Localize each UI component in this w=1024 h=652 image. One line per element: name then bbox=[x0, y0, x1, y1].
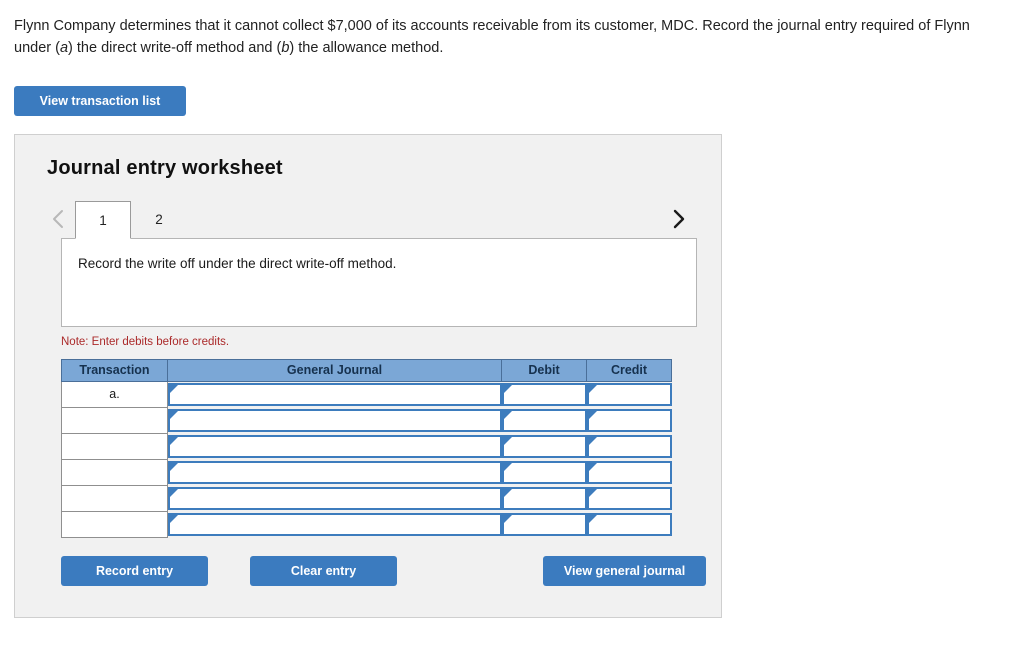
problem-label-a: a bbox=[59, 39, 69, 56]
header-transaction: Transaction bbox=[61, 358, 168, 382]
worksheet-title: Journal entry worksheet bbox=[47, 156, 283, 179]
problem-text-part3: ) the allowance method. bbox=[289, 39, 444, 56]
transaction-label-row-5 bbox=[61, 485, 168, 512]
instruction-box: Record the write off under the direct wr… bbox=[61, 237, 697, 327]
credit-field-row-1[interactable] bbox=[586, 382, 672, 406]
view-transaction-list-button[interactable]: View transaction list bbox=[14, 85, 186, 116]
debit-field-row-2[interactable] bbox=[501, 408, 587, 432]
credit-input-row-6[interactable] bbox=[586, 511, 672, 537]
worksheet-tab-2[interactable]: 2 bbox=[131, 200, 187, 238]
credit-input-row-2[interactable] bbox=[586, 407, 672, 433]
journal-entry-worksheet-panel: Journal entry worksheet 1 2 Record the w… bbox=[14, 133, 722, 618]
credit-input-row-3[interactable] bbox=[586, 433, 672, 459]
transaction-label-row-1: a. bbox=[61, 381, 168, 408]
credit-input-row-5[interactable] bbox=[586, 485, 672, 511]
general-journal-input-row-2[interactable] bbox=[167, 407, 502, 433]
transaction-label-row-2 bbox=[61, 407, 168, 434]
general-journal-input-row-6[interactable] bbox=[167, 511, 502, 537]
account-select-row-1[interactable] bbox=[168, 382, 502, 406]
debit-input-row-4[interactable] bbox=[501, 459, 587, 485]
record-entry-button[interactable]: Record entry bbox=[61, 555, 208, 586]
debit-input-row-6[interactable] bbox=[501, 511, 587, 537]
table-header-row: Transaction General Journal Debit Credit bbox=[61, 358, 672, 382]
table-row bbox=[61, 485, 672, 512]
instruction-text: Record the write off under the direct wr… bbox=[78, 255, 397, 271]
debits-before-credits-note: Note: Enter debits before credits. bbox=[61, 335, 230, 348]
previous-entry-button[interactable] bbox=[45, 200, 71, 238]
general-journal-input-row-4[interactable] bbox=[167, 459, 502, 485]
general-journal-input-row-5[interactable] bbox=[167, 485, 502, 511]
problem-text-part2: ) the direct write-off method and ( bbox=[68, 39, 282, 56]
table-row bbox=[61, 407, 672, 434]
debit-input-row-2[interactable] bbox=[501, 407, 587, 433]
account-select-row-6[interactable] bbox=[168, 512, 502, 536]
debit-field-row-6[interactable] bbox=[501, 512, 587, 536]
worksheet-tab-1[interactable]: 1 bbox=[75, 200, 131, 239]
debit-field-row-4[interactable] bbox=[501, 460, 587, 484]
header-general-journal: General Journal bbox=[167, 358, 502, 382]
account-select-row-5[interactable] bbox=[168, 486, 502, 510]
general-journal-input-row-1[interactable] bbox=[167, 381, 502, 407]
credit-field-row-4[interactable] bbox=[586, 460, 672, 484]
worksheet-tab-strip: 1 2 bbox=[45, 198, 693, 239]
view-general-journal-button[interactable]: View general journal bbox=[543, 555, 706, 586]
credit-field-row-5[interactable] bbox=[586, 486, 672, 510]
general-journal-table: Transaction General Journal Debit Credit… bbox=[61, 358, 672, 538]
header-debit: Debit bbox=[501, 358, 587, 382]
debit-field-row-3[interactable] bbox=[501, 434, 587, 458]
debit-field-row-1[interactable] bbox=[501, 382, 587, 406]
worksheet-button-row: Record entry Clear entry View general jo… bbox=[61, 555, 709, 586]
credit-input-row-1[interactable] bbox=[586, 381, 672, 407]
debit-input-row-3[interactable] bbox=[501, 433, 587, 459]
credit-field-row-2[interactable] bbox=[586, 408, 672, 432]
table-row bbox=[61, 433, 672, 460]
table-row bbox=[61, 511, 672, 538]
chevron-right-icon bbox=[671, 208, 685, 230]
problem-statement: Flynn Company determines that it cannot … bbox=[14, 16, 999, 60]
transaction-label-row-4 bbox=[61, 459, 168, 486]
account-select-row-3[interactable] bbox=[168, 434, 502, 458]
debit-input-row-1[interactable] bbox=[501, 381, 587, 407]
debit-input-row-5[interactable] bbox=[501, 485, 587, 511]
top-button-row: View transaction list bbox=[14, 85, 1024, 116]
table-row: a. bbox=[61, 381, 672, 408]
general-journal-input-row-3[interactable] bbox=[167, 433, 502, 459]
next-entry-button[interactable] bbox=[665, 200, 691, 238]
debit-field-row-5[interactable] bbox=[501, 486, 587, 510]
table-row bbox=[61, 459, 672, 486]
account-select-row-2[interactable] bbox=[168, 408, 502, 432]
transaction-label-row-6 bbox=[61, 511, 168, 538]
credit-field-row-6[interactable] bbox=[586, 512, 672, 536]
header-credit: Credit bbox=[586, 358, 672, 382]
credit-input-row-4[interactable] bbox=[586, 459, 672, 485]
clear-entry-button[interactable]: Clear entry bbox=[250, 555, 397, 586]
chevron-left-icon bbox=[51, 208, 65, 230]
transaction-label-row-3 bbox=[61, 433, 168, 460]
credit-field-row-3[interactable] bbox=[586, 434, 672, 458]
account-select-row-4[interactable] bbox=[168, 460, 502, 484]
